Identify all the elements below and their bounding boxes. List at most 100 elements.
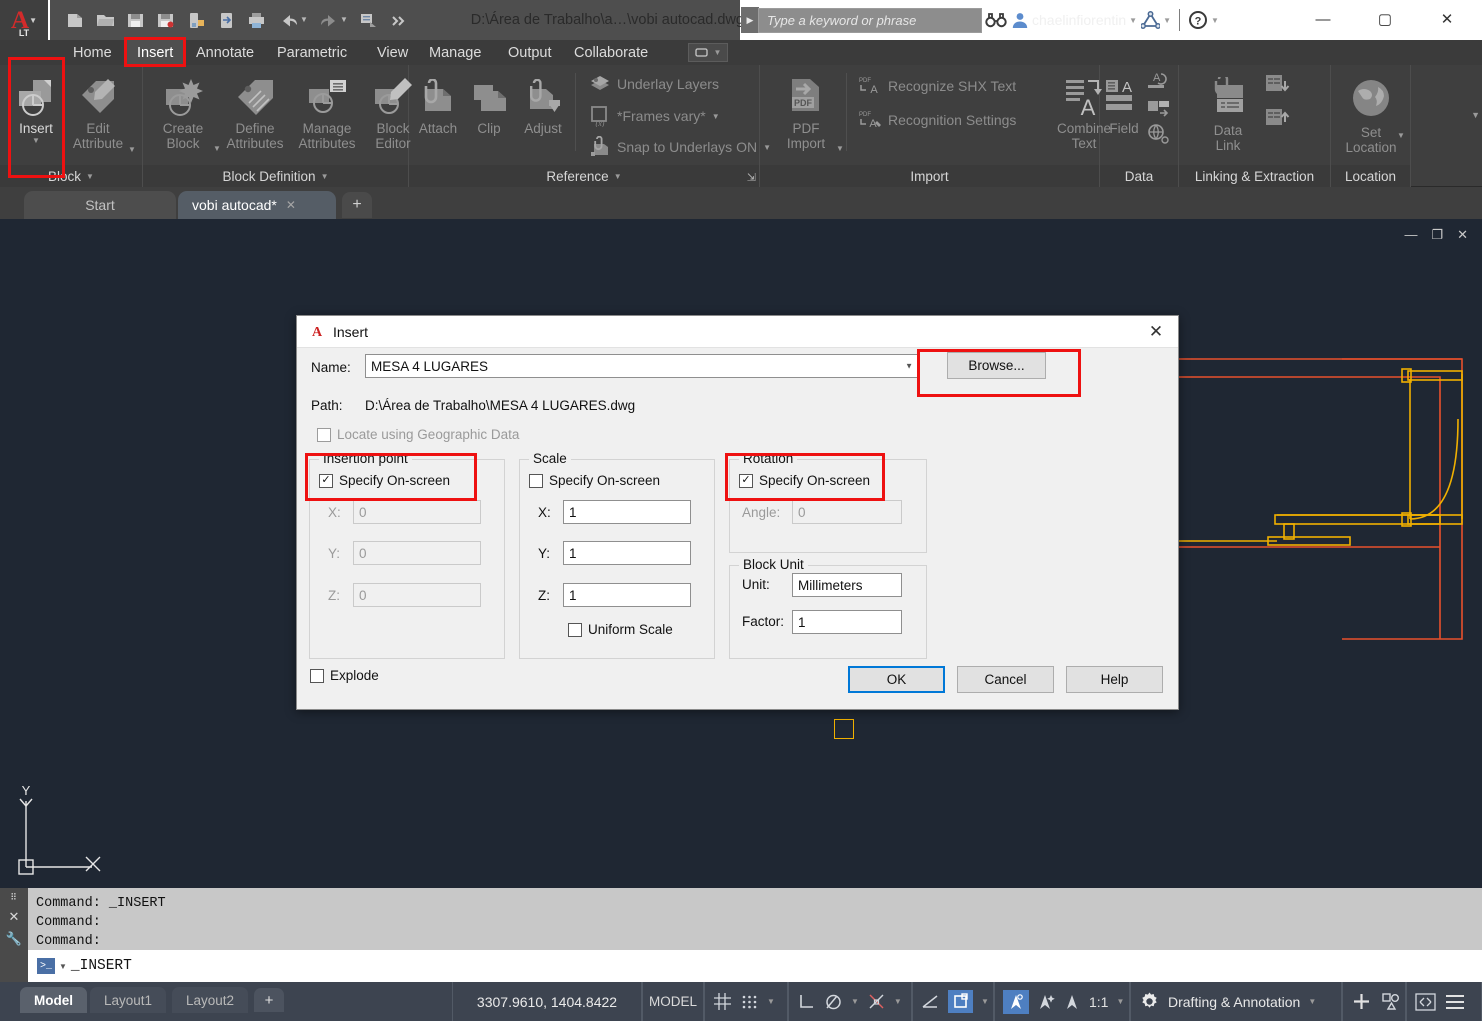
tab-view[interactable]: View — [366, 40, 419, 65]
upload-to-source-icon[interactable] — [1263, 105, 1291, 136]
save-as-icon[interactable] — [152, 7, 178, 33]
chevron-down-icon[interactable]: ▼ — [1397, 131, 1405, 140]
create-block-button[interactable]: Create Block — [147, 75, 219, 151]
ribbon-scroll-down-icon[interactable]: ▼ — [1471, 110, 1480, 120]
tab-annotate[interactable]: Annotate — [185, 40, 265, 65]
scale-x-field[interactable]: 1 — [563, 500, 691, 524]
reference-dialog-launcher[interactable]: ⇲ — [747, 171, 756, 184]
rotation-specify-onscreen-checkbox[interactable]: ✓ Specify On-screen — [739, 473, 870, 488]
snap-mode-icon[interactable] — [740, 992, 759, 1011]
data-extraction-icon[interactable] — [1146, 99, 1172, 126]
clip-button[interactable]: Clip — [463, 79, 515, 136]
rotation-angle-field[interactable]: 0 — [792, 500, 902, 524]
gear-icon[interactable] — [1139, 991, 1160, 1012]
chevron-down-icon[interactable]: ▼ — [1308, 997, 1316, 1006]
layout-tab-layout2[interactable]: Layout2 — [172, 987, 249, 1013]
maximize-button[interactable]: ▢ — [1362, 0, 1408, 38]
insertion-x-field[interactable]: 0 — [353, 500, 481, 524]
user-account-menu[interactable]: chaelinfiorentin ▼ — [1011, 11, 1137, 29]
model-space-indicator[interactable]: MODEL — [642, 982, 704, 1021]
ortho-mode-icon[interactable] — [797, 992, 816, 1011]
workspace-group[interactable]: Drafting & Annotation ▼ — [1130, 982, 1342, 1021]
autodesk-app-icon[interactable]: ▼ — [1141, 11, 1171, 29]
panel-title-block[interactable]: Block ▼ — [0, 165, 142, 187]
uniform-scale-checkbox[interactable]: Uniform Scale — [568, 622, 673, 637]
file-tab-vobi-autocad[interactable]: vobi autocad* ✕ — [178, 191, 336, 219]
panel-title-block-definition[interactable]: Block Definition ▼ — [143, 165, 408, 187]
set-location-button[interactable]: Set Location ▼ — [1335, 77, 1407, 155]
chevron-down-icon[interactable]: ▼ — [1116, 997, 1124, 1006]
close-button[interactable]: ✕ — [1424, 0, 1470, 38]
polar-tracking-icon[interactable] — [824, 992, 843, 1011]
annotation-scale-sync-icon[interactable] — [1063, 993, 1081, 1011]
block-name-combobox[interactable]: MESA 4 LUGARES ▼ — [365, 354, 918, 378]
batch-plot-icon[interactable] — [355, 7, 381, 33]
underlay-layers-button[interactable]: Underlay Layers — [589, 73, 719, 95]
wrench-settings-icon[interactable]: 🔧 — [6, 931, 22, 947]
field-button[interactable]: A Field — [1100, 77, 1148, 136]
insertion-z-field[interactable]: 0 — [353, 583, 481, 607]
tab-output[interactable]: Output — [497, 40, 563, 65]
scale-z-field[interactable]: 1 — [563, 583, 691, 607]
ok-button[interactable]: OK — [848, 666, 945, 693]
tab-parametric[interactable]: Parametric — [266, 40, 358, 65]
search-input[interactable]: Type a keyword or phrase — [758, 8, 982, 33]
redo-icon[interactable] — [315, 7, 341, 33]
coordinates-display[interactable]: 3307.9610, 1404.8422 — [452, 982, 642, 1021]
add-tool-icon[interactable] — [1351, 991, 1372, 1012]
autoscale-icon[interactable] — [1037, 993, 1055, 1011]
scale-y-field[interactable]: 1 — [563, 541, 691, 565]
layout-tab-layout1[interactable]: Layout1 — [90, 987, 167, 1013]
tab-home[interactable]: Home — [62, 40, 123, 65]
chevron-down-icon[interactable]: ▼ — [59, 962, 67, 971]
print-icon[interactable] — [243, 7, 269, 33]
customization-icon[interactable] — [1444, 993, 1466, 1011]
chevron-down-icon[interactable]: ▼ — [32, 136, 40, 145]
explode-checkbox[interactable]: Explode — [310, 668, 379, 683]
close-icon[interactable]: ✕ — [9, 909, 20, 925]
export-icon[interactable] — [213, 7, 239, 33]
panel-title-reference[interactable]: Reference ▼ ⇲ — [409, 165, 759, 187]
grid-display-icon[interactable] — [713, 992, 732, 1011]
cancel-button[interactable]: Cancel — [957, 666, 1054, 693]
object-snap-icon[interactable] — [948, 990, 973, 1013]
undo-dropdown-icon[interactable]: ▼ — [299, 15, 309, 25]
geolocation-data-icon[interactable] — [1146, 123, 1172, 150]
field-update-icon[interactable]: A — [1146, 71, 1172, 100]
chevron-down-icon[interactable]: ▼ — [767, 997, 775, 1006]
help-button[interactable]: Help — [1066, 666, 1163, 693]
help-icon[interactable]: ? ▼ — [1188, 10, 1219, 30]
command-input[interactable]: >_ ▼ _INSERT — [28, 950, 1482, 982]
plot-to-device-icon[interactable] — [183, 7, 209, 33]
frames-vary-button[interactable]: (x) *Frames vary* ▼ — [589, 105, 720, 127]
application-menu-button[interactable]: A ▼ LT — [0, 0, 48, 40]
chevron-down-icon[interactable]: ▼ — [894, 997, 902, 1006]
locate-geographic-data-checkbox[interactable]: Locate using Geographic Data — [317, 427, 519, 442]
edit-attribute-button[interactable]: Edit Attribute — [62, 75, 134, 151]
lineweight-icon[interactable] — [921, 992, 940, 1011]
tab-insert[interactable]: Insert — [126, 40, 185, 65]
chevron-down-icon[interactable]: ▼ — [128, 145, 136, 154]
annotation-visibility-icon[interactable] — [1003, 989, 1029, 1014]
scale-specify-onscreen-checkbox[interactable]: Specify On-screen — [529, 473, 660, 488]
more-icon[interactable] — [385, 7, 411, 33]
new-tab-button[interactable]: + — [342, 192, 372, 218]
adjust-button[interactable]: Adjust — [513, 79, 573, 136]
title-menu-arrow-icon[interactable]: ▶ — [741, 7, 759, 33]
chevron-down-icon[interactable]: ▼ — [836, 144, 844, 153]
object-snap-tracking-icon[interactable] — [867, 992, 886, 1011]
pdf-import-button[interactable]: PDF PDF Import — [770, 75, 842, 151]
minimize-button[interactable]: — — [1300, 0, 1346, 38]
file-tab-start[interactable]: Start — [24, 191, 176, 219]
recognize-shx-text-button[interactable]: PDF A Recognize SHX Text — [858, 75, 1016, 97]
download-from-source-icon[interactable] — [1263, 73, 1291, 104]
clean-screen-icon[interactable] — [1415, 992, 1436, 1011]
snap-to-underlays-button[interactable]: Snap to Underlays ON ▼ — [589, 136, 771, 158]
insertion-y-field[interactable]: 0 — [353, 541, 481, 565]
new-layout-button[interactable]: + — [254, 988, 284, 1012]
redo-dropdown-icon[interactable]: ▼ — [339, 15, 349, 25]
data-link-button[interactable]: Data Link — [1197, 77, 1259, 153]
tab-collaborate[interactable]: Collaborate — [563, 40, 659, 65]
annotation-scale-value[interactable]: 1:1 — [1089, 994, 1108, 1010]
manage-attributes-button[interactable]: Manage Attributes — [291, 75, 363, 151]
